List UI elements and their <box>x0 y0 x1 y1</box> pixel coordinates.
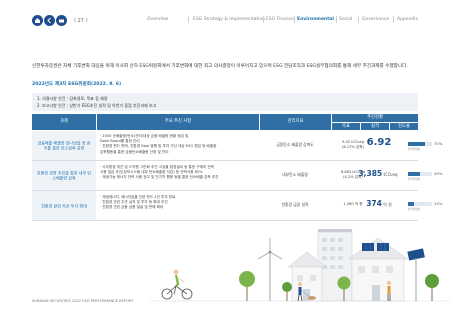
tree-icon <box>239 271 255 301</box>
cyclist-icon <box>161 269 193 300</box>
wind-turbine-icon <box>257 238 283 301</box>
tree-icon <box>282 282 292 301</box>
solar-panel-icon <box>407 248 425 301</box>
footer-report-title: SHINHAN SECURITIES 2022 ESG PERFORMANCE … <box>32 299 134 303</box>
tree-icon <box>425 274 439 301</box>
solar-house-icon <box>347 237 409 302</box>
green-city-illustration <box>0 229 450 322</box>
